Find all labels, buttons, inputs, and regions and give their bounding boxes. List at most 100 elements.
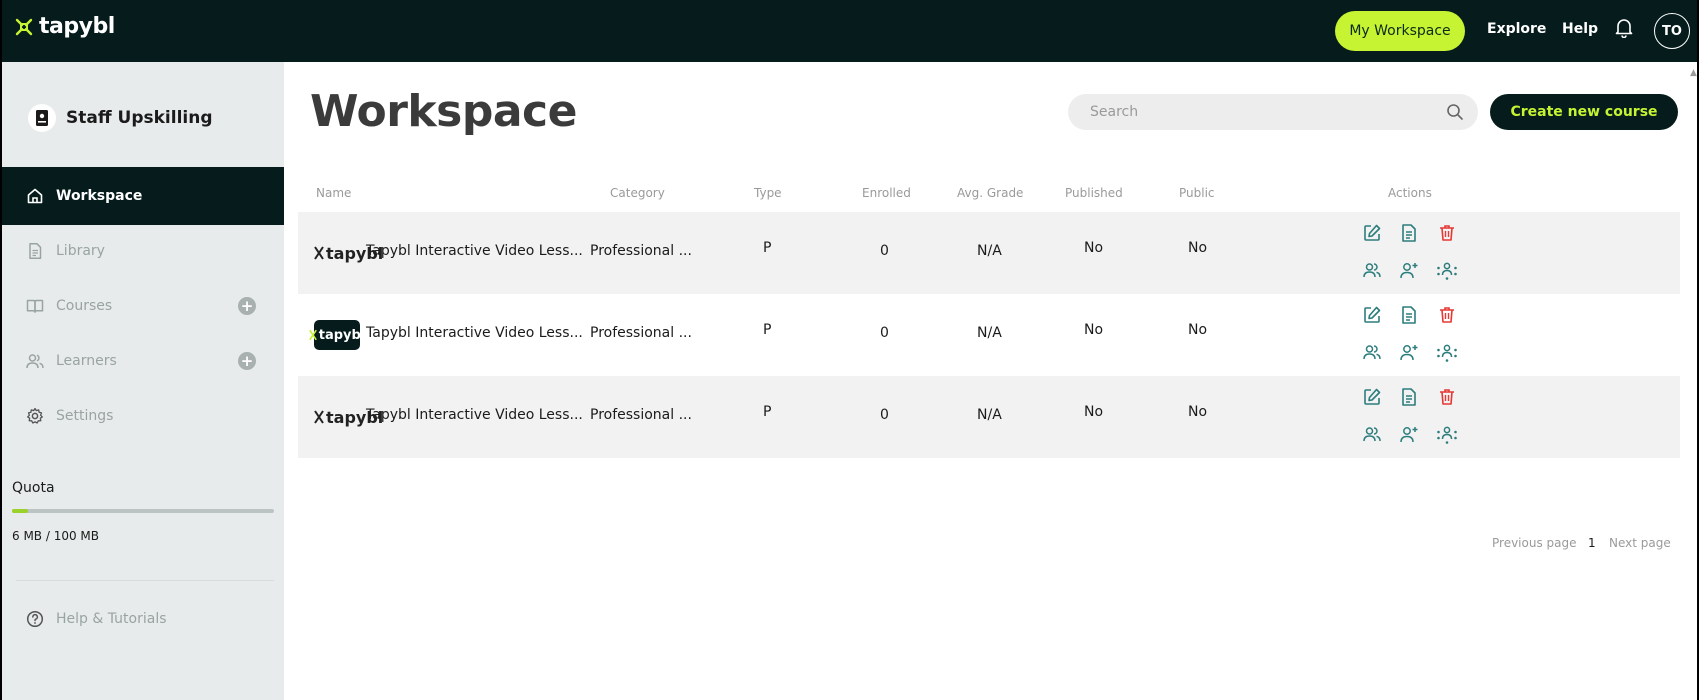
- group-assign-icon[interactable]: [1436, 259, 1458, 281]
- org-name: Staff Upskilling: [66, 108, 213, 128]
- table-row[interactable]: tapybl Tapybl Interactive Video Less... …: [298, 376, 1680, 458]
- quota-progress-bar: [12, 509, 274, 513]
- next-page-link[interactable]: Next page: [1609, 536, 1671, 550]
- course-public: No: [1188, 404, 1208, 420]
- column-header-published[interactable]: Published: [1065, 186, 1123, 200]
- group-assign-icon[interactable]: [1436, 341, 1458, 363]
- quota-label: Quota: [12, 480, 55, 496]
- sidebar-item-label: Workspace: [56, 188, 143, 204]
- column-header-name[interactable]: Name: [316, 186, 351, 200]
- group-assign-icon[interactable]: [1436, 423, 1458, 445]
- help-link[interactable]: Help: [1562, 21, 1598, 37]
- course-avg-grade: N/A: [977, 243, 1002, 259]
- sidebar-item-settings[interactable]: Settings: [2, 387, 284, 445]
- course-type: P: [763, 322, 772, 338]
- course-category: Professional ...: [590, 243, 692, 259]
- scroll-up-arrow-icon[interactable]: ▲: [1690, 68, 1697, 78]
- search-box: [1068, 94, 1478, 130]
- sidebar: Staff Upskilling Workspace Library Cours…: [2, 62, 284, 700]
- course-name[interactable]: Tapybl Interactive Video Less...: [366, 325, 583, 341]
- course-name[interactable]: Tapybl Interactive Video Less...: [366, 243, 583, 259]
- add-course-plus-icon[interactable]: +: [238, 297, 256, 315]
- column-header-public[interactable]: Public: [1179, 186, 1215, 200]
- organization-header[interactable]: Staff Upskilling: [28, 104, 213, 132]
- table-row[interactable]: tapybl Tapybl Interactive Video Less... …: [298, 212, 1680, 294]
- sidebar-item-label: Learners: [56, 353, 117, 369]
- top-navigation-bar: tapybl My Workspace Explore Help TO: [2, 0, 1697, 62]
- add-learner-icon[interactable]: [1398, 423, 1420, 445]
- course-thumbnail: tapybl: [314, 238, 383, 268]
- course-category: Professional ...: [590, 325, 692, 341]
- tapybl-logo-icon: [15, 18, 33, 35]
- page-title: Workspace: [310, 86, 577, 137]
- brand-logo[interactable]: tapybl: [14, 14, 115, 39]
- add-learner-plus-icon[interactable]: +: [238, 352, 256, 370]
- my-workspace-button[interactable]: My Workspace: [1335, 11, 1465, 51]
- report-document-icon[interactable]: [1398, 304, 1420, 326]
- courses-table: Name Category Type Enrolled Avg. Grade P…: [298, 172, 1680, 458]
- create-new-course-button[interactable]: Create new course: [1490, 94, 1678, 130]
- tapybl-mark-icon: [308, 329, 317, 341]
- edit-icon[interactable]: [1361, 386, 1383, 408]
- sidebar-item-help[interactable]: Help & Tutorials: [26, 610, 167, 628]
- add-learner-icon[interactable]: [1398, 259, 1420, 281]
- gear-icon: [27, 407, 43, 424]
- view-learners-icon[interactable]: [1361, 423, 1383, 445]
- column-header-enrolled[interactable]: Enrolled: [862, 186, 911, 200]
- course-enrolled: 0: [880, 243, 889, 259]
- course-enrolled: 0: [880, 325, 889, 341]
- current-page-number[interactable]: 1: [1588, 536, 1596, 550]
- org-logo-icon: [36, 110, 48, 126]
- sidebar-item-library[interactable]: Library: [2, 222, 284, 280]
- app-frame: tapybl My Workspace Explore Help TO Staf…: [0, 0, 1699, 700]
- column-header-actions: Actions: [1388, 186, 1432, 200]
- table-row[interactable]: tapybl Tapybl Interactive Video Less... …: [298, 294, 1680, 376]
- course-published: No: [1084, 322, 1104, 338]
- view-learners-icon[interactable]: [1361, 259, 1383, 281]
- previous-page-link[interactable]: Previous page: [1492, 536, 1577, 550]
- book-icon: [26, 299, 44, 313]
- home-icon: [27, 188, 43, 204]
- delete-trash-icon[interactable]: [1436, 222, 1458, 244]
- search-icon[interactable]: [1446, 103, 1464, 121]
- course-enrolled: 0: [880, 407, 889, 423]
- explore-link[interactable]: Explore: [1487, 21, 1546, 37]
- column-header-category[interactable]: Category: [610, 186, 665, 200]
- sidebar-divider: [16, 580, 274, 581]
- edit-icon[interactable]: [1361, 222, 1383, 244]
- course-name[interactable]: Tapybl Interactive Video Less...: [366, 407, 583, 423]
- course-type: P: [763, 240, 772, 256]
- column-header-avg-grade[interactable]: Avg. Grade: [957, 186, 1023, 200]
- course-thumbnail: tapybl: [314, 402, 383, 432]
- add-learner-icon[interactable]: [1398, 341, 1420, 363]
- edit-icon[interactable]: [1361, 304, 1383, 326]
- sidebar-item-courses[interactable]: Courses +: [2, 277, 284, 335]
- report-document-icon[interactable]: [1398, 222, 1420, 244]
- main-content: Workspace Create new course ▲ Name Categ…: [284, 62, 1697, 700]
- sidebar-item-learners[interactable]: Learners +: [2, 332, 284, 390]
- course-type: P: [763, 404, 772, 420]
- course-published: No: [1084, 240, 1104, 256]
- view-learners-icon[interactable]: [1361, 341, 1383, 363]
- course-thumbnail: tapybl: [308, 320, 365, 350]
- quota-progress-fill: [12, 509, 28, 513]
- help-circle-icon: [26, 610, 44, 628]
- tapybl-mark-icon: [314, 410, 324, 424]
- sidebar-item-label: Courses: [56, 298, 113, 314]
- notifications-bell-icon[interactable]: [1615, 18, 1633, 38]
- document-icon: [29, 243, 42, 259]
- delete-trash-icon[interactable]: [1436, 386, 1458, 408]
- users-icon: [26, 354, 44, 369]
- report-document-icon[interactable]: [1398, 386, 1420, 408]
- search-input[interactable]: [1068, 94, 1478, 130]
- quota-usage-text: 6 MB / 100 MB: [12, 529, 100, 543]
- delete-trash-icon[interactable]: [1436, 304, 1458, 326]
- user-avatar[interactable]: TO: [1654, 13, 1690, 49]
- org-avatar: [28, 104, 56, 132]
- course-avg-grade: N/A: [977, 407, 1002, 423]
- sidebar-item-workspace[interactable]: Workspace: [2, 167, 284, 225]
- table-header: Name Category Type Enrolled Avg. Grade P…: [298, 172, 1680, 212]
- course-published: No: [1084, 404, 1104, 420]
- course-public: No: [1188, 322, 1208, 338]
- column-header-type[interactable]: Type: [754, 186, 782, 200]
